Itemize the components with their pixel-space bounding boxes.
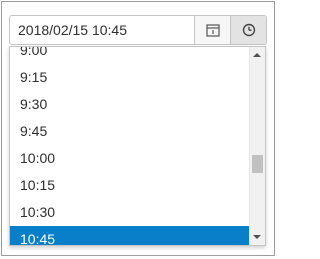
time-option[interactable]: 9:45 [10,118,250,145]
scrollbar-thumb[interactable] [252,154,263,173]
time-option[interactable]: 10:30 [10,199,250,226]
time-list: 9:00 9:15 9:30 9:45 10:00 10:15 10:30 10:45 [10,47,250,245]
time-option-selected[interactable]: 10:45 [10,226,250,245]
time-dropdown: 9:00 9:15 9:30 9:45 10:00 10:15 10:30 10:45 [9,46,266,246]
time-option[interactable]: 9:00 [10,47,250,64]
scroll-up-arrow-icon[interactable] [253,53,261,57]
scrollbar[interactable] [249,47,265,245]
clock-button[interactable] [230,16,266,44]
clock-icon [242,23,256,37]
time-option[interactable]: 9:15 [10,64,250,91]
calendar-button[interactable] [194,16,230,44]
widget-frame: 9:009:159:309:4510:0010:1510:3010:45 [1,1,275,256]
datetime-picker [9,15,267,45]
datetime-input[interactable] [10,16,194,44]
time-option[interactable]: 10:15 [10,172,250,199]
calendar-icon [205,23,220,37]
scroll-down-arrow-icon[interactable] [253,235,261,239]
time-option[interactable]: 9:30 [10,91,250,118]
time-option[interactable]: 10:00 [10,145,250,172]
